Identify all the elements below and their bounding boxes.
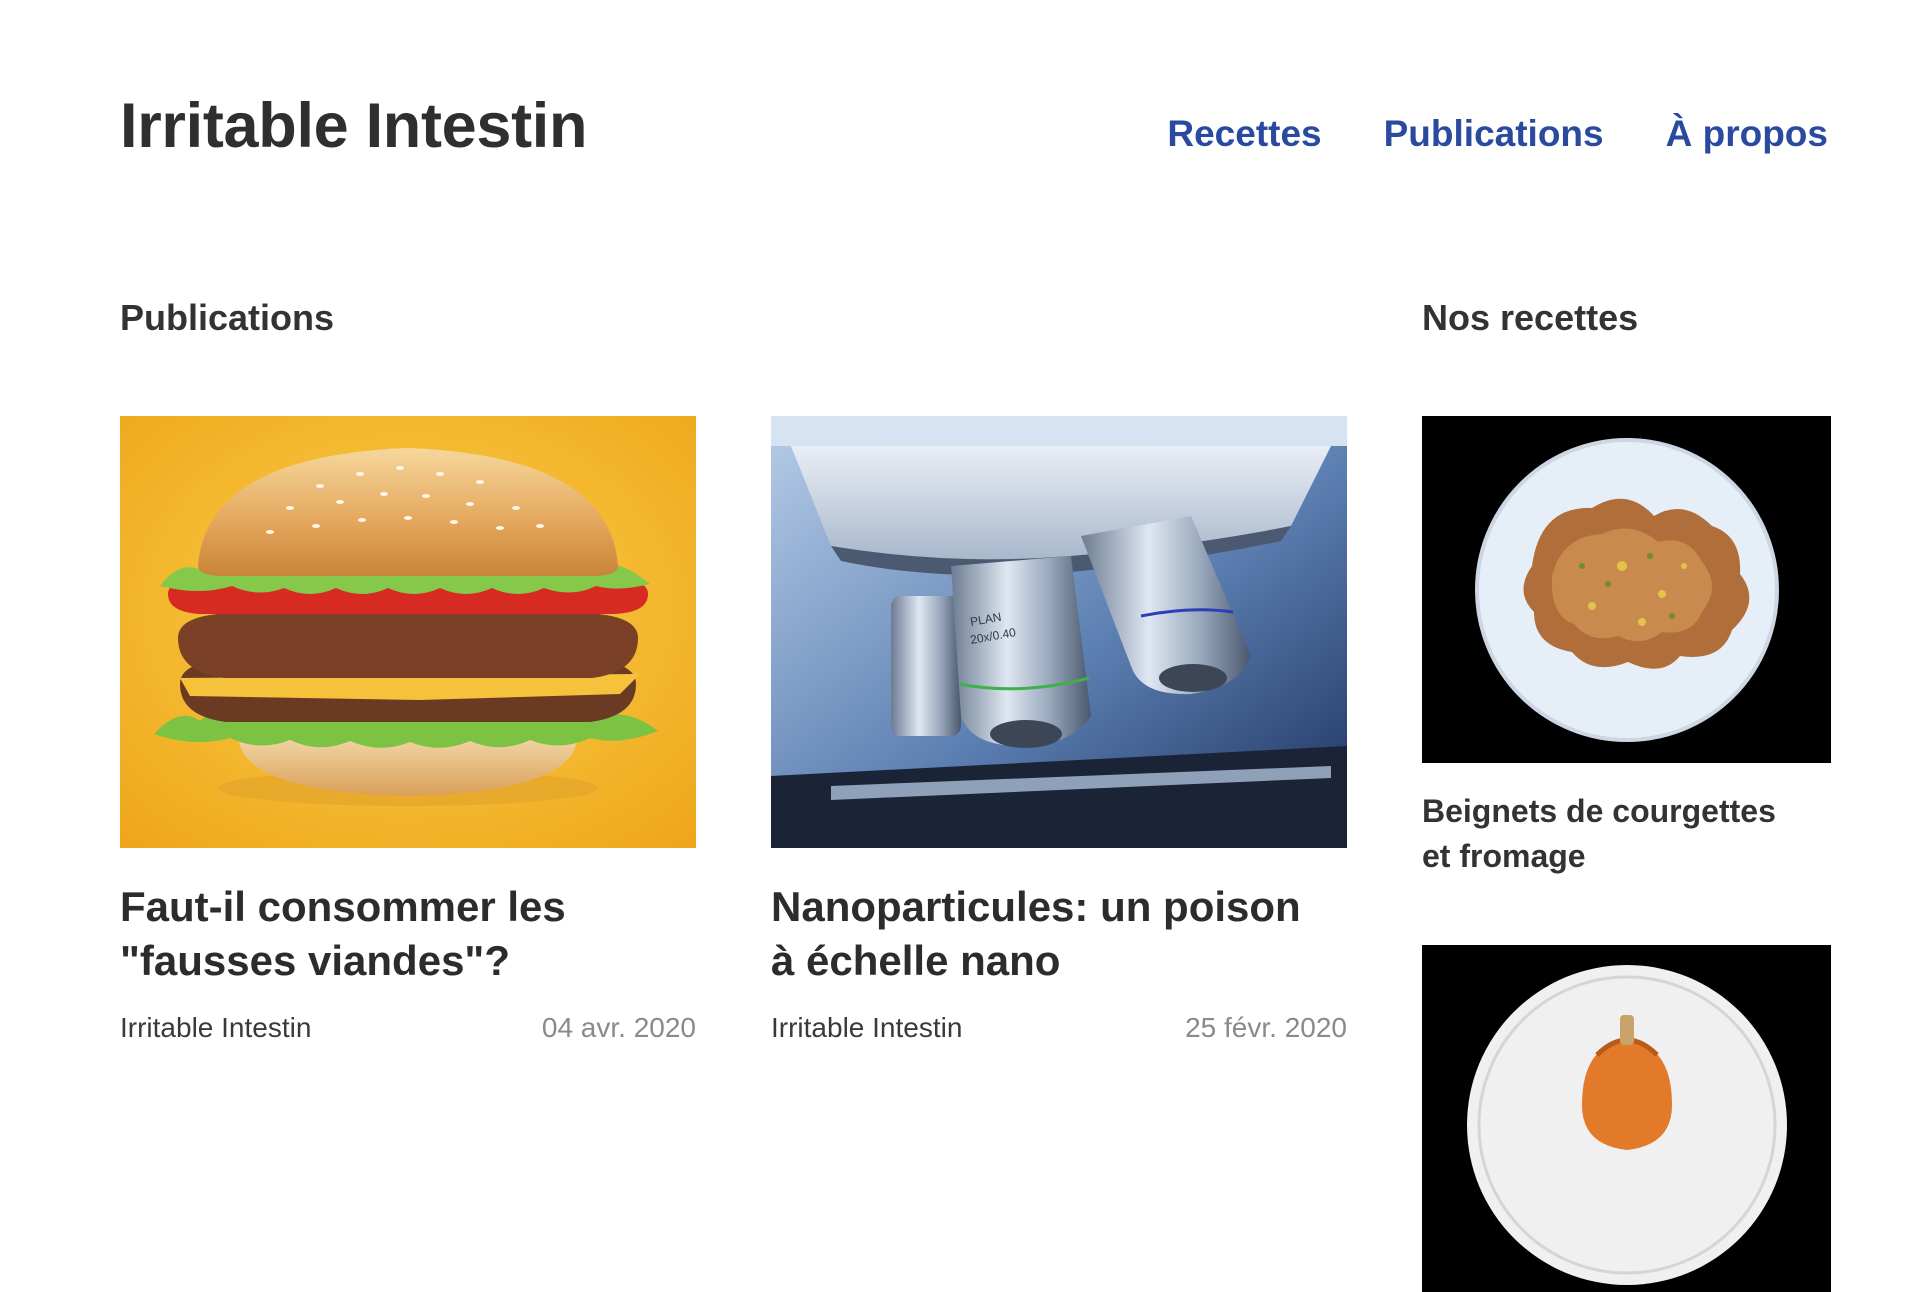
recipe-title-line-2[interactable]: et fromage [1422,838,1586,874]
recipe-card-beignets-courgettes[interactable]: Beignets de courgettes et fromage [1422,416,1831,879]
nav-link-publications[interactable]: Publications [1384,115,1604,152]
publications-heading: Publications [120,297,335,338]
post-thumbnail-microscope[interactable]: PLAN 20x/0.40 [771,416,1347,848]
post-author: Irritable Intestin [120,1012,312,1043]
post-title-line-1[interactable]: Faut-il consommer les [120,883,566,930]
post-date: 25 févr. 2020 [1185,1012,1347,1043]
recipes-heading: Nos recettes [1422,297,1639,338]
nav-link-a-propos[interactable]: À propos [1666,115,1828,152]
recipe-card-2[interactable] [1422,945,1831,1292]
fritters-photo-image [1422,416,1831,763]
nav-link-recettes[interactable]: Recettes [1167,115,1321,152]
post-meta: Irritable Intestin 25 févr. 2020 [771,1014,1347,1042]
main-nav: Recettes Publications À propos [1167,115,1828,152]
recipe-thumbnail-fritters[interactable] [1422,416,1831,763]
burger-photo-image [120,416,696,848]
post-thumbnail-burger[interactable] [120,416,696,848]
post-title-line-2[interactable]: à échelle nano [771,937,1060,984]
pumpkin-dish-photo-image [1422,945,1831,1292]
post-meta: Irritable Intestin 04 avr. 2020 [120,1014,696,1042]
recipe-title-line-1[interactable]: Beignets de courgettes [1422,793,1776,829]
microscope-photo-image: PLAN 20x/0.40 [771,416,1347,848]
site-title[interactable]: Irritable Intestin [120,95,588,158]
post-author: Irritable Intestin [771,1012,963,1043]
post-title[interactable]: Nanoparticules: un poison à échelle nano [771,880,1347,988]
post-date: 04 avr. 2020 [541,1012,696,1043]
recipe-title[interactable]: Beignets de courgettes et fromage [1422,789,1831,879]
post-title-line-2[interactable]: "fausses viandes"? [120,937,510,984]
post-title[interactable]: Faut-il consommer les "fausses viandes"? [120,880,696,988]
post-title-line-1[interactable]: Nanoparticules: un poison [771,883,1301,930]
post-card-fausses-viandes[interactable]: Faut-il consommer les "fausses viandes"?… [120,416,696,1042]
post-card-nanoparticules[interactable]: PLAN 20x/0.40 Nanoparticules: un poison … [771,416,1347,1042]
recipe-thumbnail-pumpkin[interactable] [1422,945,1831,1292]
